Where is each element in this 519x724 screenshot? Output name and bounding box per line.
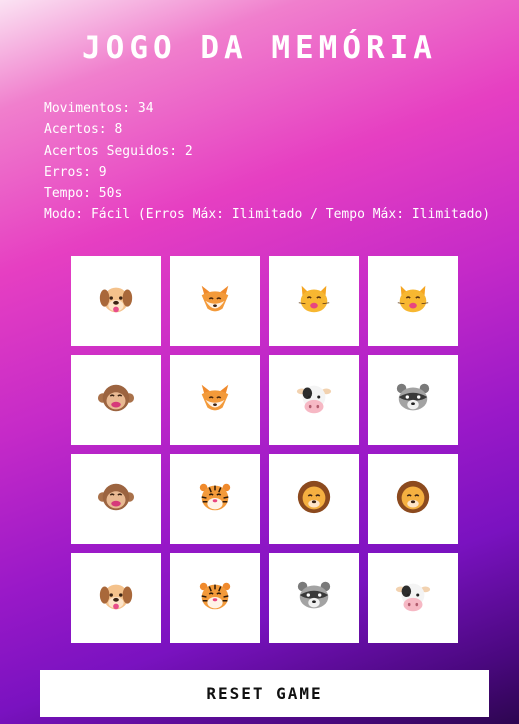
memory-card[interactable] <box>368 553 458 643</box>
moves-stat: Movimentos: 34 <box>44 101 154 116</box>
lion-icon <box>295 478 333 520</box>
memory-card[interactable] <box>269 256 359 346</box>
lion-icon <box>394 478 432 520</box>
streak-stat: Acertos Seguidos: 2 <box>44 143 193 159</box>
fox-icon <box>196 379 234 421</box>
dog-icon <box>97 280 135 322</box>
tiger-icon <box>196 577 234 619</box>
raccoon-icon <box>295 577 333 619</box>
cow-icon <box>394 577 432 619</box>
cat-icon <box>295 280 333 322</box>
cat-icon <box>394 280 432 322</box>
mode-stat: Modo: Fácil (Erros Máx: Ilimitado / Temp… <box>44 207 491 223</box>
memory-card[interactable] <box>269 454 359 544</box>
reset-game-button[interactable]: RESET GAME <box>40 670 489 717</box>
memory-card[interactable] <box>170 256 260 346</box>
memory-card[interactable] <box>368 256 458 346</box>
fox-icon <box>196 280 234 322</box>
monkey-icon <box>97 379 135 421</box>
memory-card[interactable] <box>71 454 161 544</box>
game-title: JOGO DA MEMÓRIA <box>82 30 437 66</box>
memory-card[interactable] <box>71 553 161 643</box>
memory-card[interactable] <box>71 256 161 346</box>
memory-card[interactable] <box>269 355 359 445</box>
memory-card[interactable] <box>368 355 458 445</box>
memory-card[interactable] <box>170 553 260 643</box>
time-stat: Tempo: 50s <box>44 186 123 202</box>
memory-card[interactable] <box>269 553 359 643</box>
cow-icon <box>295 379 333 421</box>
raccoon-icon <box>394 379 432 421</box>
memory-card[interactable] <box>71 355 161 445</box>
memory-card[interactable] <box>368 454 458 544</box>
stats-panel: Movimentos: 34 Acertos: 8 Acertos Seguid… <box>44 98 490 226</box>
monkey-icon <box>97 478 135 520</box>
memory-card[interactable] <box>170 454 260 544</box>
card-grid <box>71 256 458 643</box>
memory-card[interactable] <box>170 355 260 445</box>
hits-stat: Acertos: 8 <box>44 122 123 138</box>
tiger-icon <box>196 478 234 520</box>
dog-icon <box>97 577 135 619</box>
errors-stat: Erros: 9 <box>44 164 107 180</box>
